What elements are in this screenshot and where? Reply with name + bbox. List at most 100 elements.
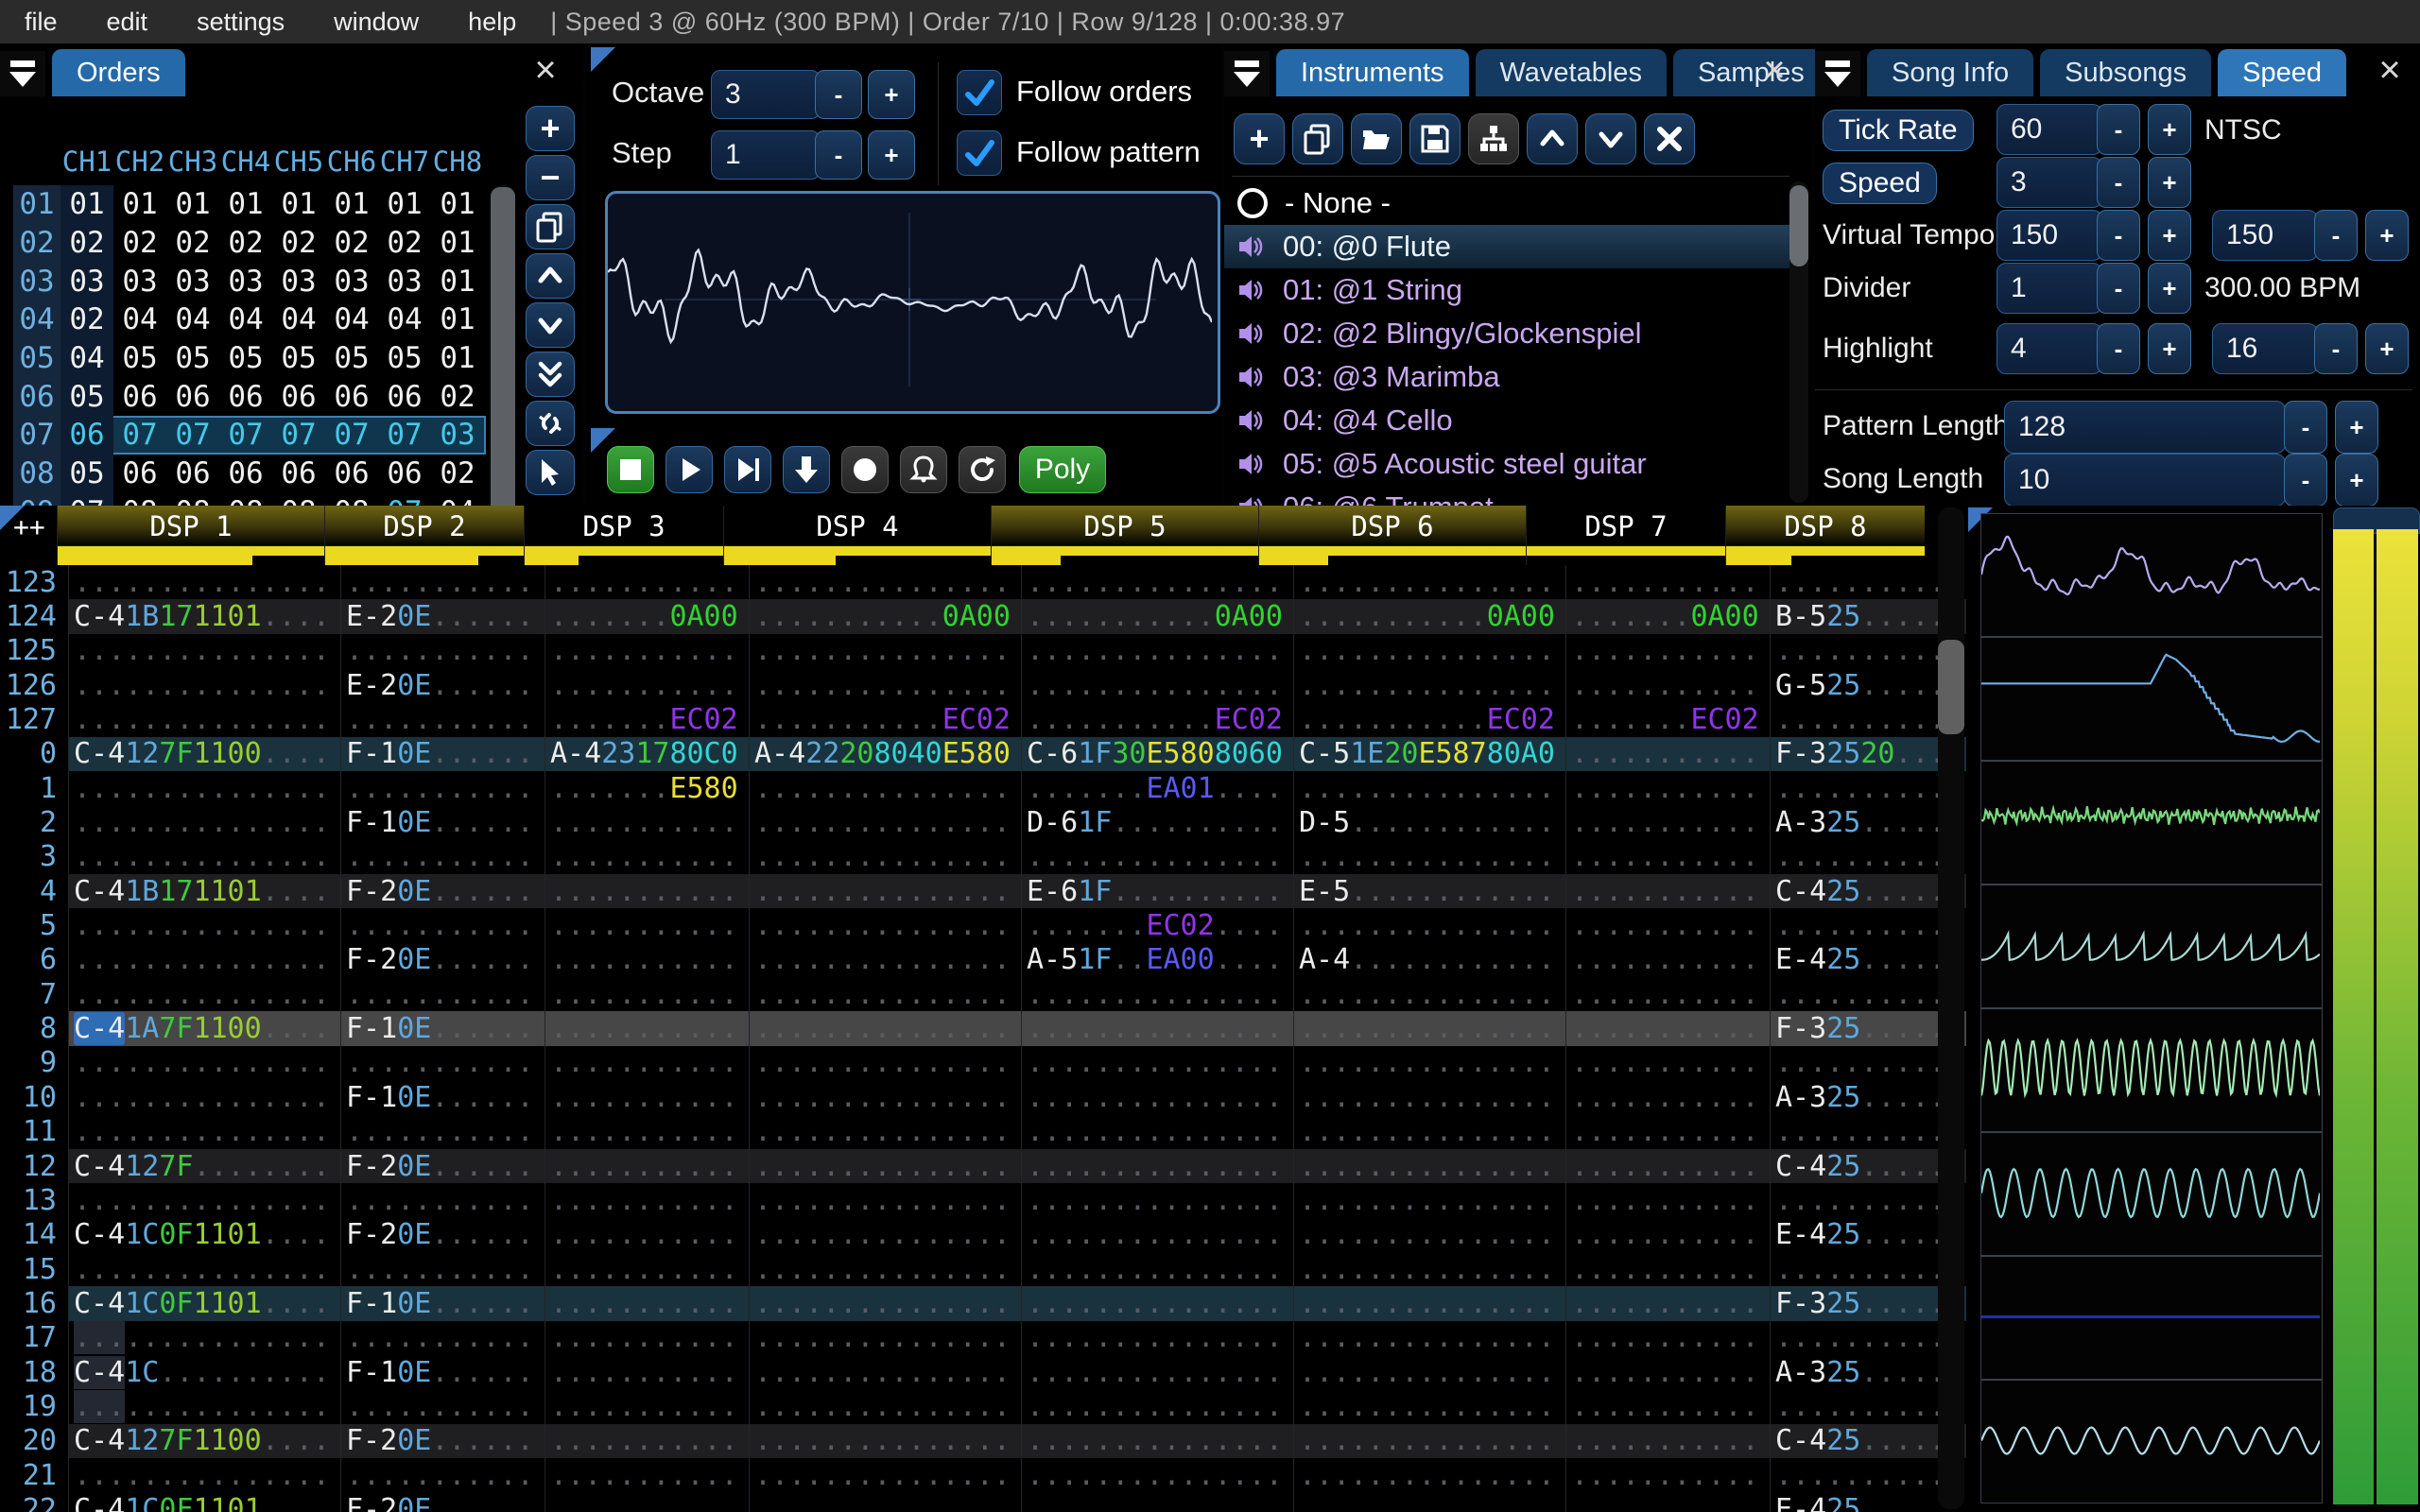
divider-value[interactable]: 1 — [1996, 263, 2102, 314]
pattern-cell[interactable]: ........... — [1565, 1286, 1770, 1321]
pattern-cell[interactable]: ............... — [1293, 1354, 1565, 1390]
pattern-cell[interactable]: ........... — [340, 565, 544, 600]
pattern-cell[interactable]: ........... — [544, 1320, 749, 1355]
instrument-folder-view-button[interactable] — [1468, 113, 1519, 164]
pattern-cell[interactable]: ........... — [1565, 1217, 1770, 1252]
order-cell[interactable]: 06 — [113, 455, 166, 493]
poly-button[interactable]: Poly — [1019, 446, 1106, 493]
order-cell[interactable]: 04 — [113, 301, 166, 339]
pattern-cell[interactable]: ............... — [749, 1148, 1021, 1184]
pattern-cell[interactable]: ........... — [544, 1045, 749, 1081]
order-cell[interactable]: 01 — [113, 185, 166, 224]
pattern-cell[interactable]: ........... — [544, 977, 749, 1012]
order-cell[interactable]: 06 — [378, 377, 431, 416]
pattern-cell[interactable]: ............... — [749, 805, 1021, 840]
pattern-cell[interactable]: ............... — [1293, 977, 1565, 1012]
order-cell[interactable]: 02 — [219, 224, 272, 263]
order-cell[interactable]: 01 — [166, 185, 219, 224]
pattern-cell[interactable]: A-3 25...... — [1770, 1080, 1966, 1115]
pattern-cell[interactable]: ............... — [1293, 1148, 1565, 1184]
repeat-button[interactable] — [959, 446, 1006, 493]
pattern-cell[interactable]: ........... — [544, 1389, 749, 1424]
order-cell[interactable]: 02 — [431, 377, 484, 416]
pattern-cell[interactable]: ........... — [340, 908, 544, 943]
pattern-cell[interactable]: ............... — [68, 908, 340, 943]
pattern-cell[interactable]: ............... — [1021, 1251, 1293, 1287]
order-cell[interactable]: 06 — [113, 377, 166, 416]
order-cell[interactable]: 06 — [325, 377, 378, 416]
pattern-cell[interactable]: ........... — [1770, 1389, 1966, 1424]
pattern-cell[interactable]: ............... — [749, 1286, 1021, 1321]
orders-move-to-bottom-button[interactable] — [526, 352, 575, 397]
pattern-cell[interactable]: ............... — [1293, 1045, 1565, 1081]
divider-plus-button[interactable]: + — [2148, 263, 2191, 314]
pattern-cell[interactable]: ............... — [68, 1389, 340, 1424]
pattern-cell[interactable]: ........... — [1770, 702, 1966, 737]
instrument-delete-button[interactable] — [1644, 113, 1695, 164]
pattern-cell[interactable]: C-4 1C 0F 1101.... — [68, 1217, 340, 1252]
pattern-cell[interactable]: ........... EC02 — [749, 702, 1021, 737]
order-cell[interactable]: 02 — [166, 224, 219, 263]
menu-settings[interactable]: settings — [172, 8, 309, 37]
order-cell[interactable]: 01 — [60, 185, 113, 224]
order-cell[interactable]: 06 — [166, 377, 219, 416]
pattern-cell[interactable]: C-4 12 7F........ — [68, 1148, 340, 1184]
pattern-cell[interactable]: ........... — [1565, 1011, 1770, 1046]
pattern-cell[interactable]: B-5 25...... — [1770, 599, 1966, 634]
pattern-cell[interactable]: ....... E580 — [544, 771, 749, 806]
pattern-cell[interactable]: ............... — [749, 633, 1021, 669]
channel-header-dsp-4[interactable]: DSP 4 — [723, 506, 991, 546]
pattern-cell[interactable]: ............... — [749, 839, 1021, 875]
pattern-cell[interactable]: ............... — [1293, 1457, 1565, 1493]
order-cell[interactable]: 07 — [272, 416, 325, 455]
virtual-tempo-den-plus-button[interactable]: + — [2365, 210, 2409, 261]
pattern-cell[interactable]: E-4 25...... — [1770, 942, 1966, 978]
pattern-cell[interactable]: ........... — [544, 874, 749, 909]
pattern-cell[interactable]: E-4 25...... — [1770, 1217, 1966, 1252]
order-cell[interactable]: 01 — [431, 301, 484, 339]
pattern-cell[interactable]: ............... — [749, 908, 1021, 943]
channel-header-dsp-3[interactable]: DSP 3 — [524, 506, 723, 546]
channel-header-dsp-8[interactable]: DSP 8 — [1725, 506, 1925, 546]
pattern-cell[interactable]: ............... — [1021, 1389, 1293, 1424]
pattern-cell[interactable]: ........... — [1770, 771, 1966, 806]
order-cell[interactable]: 06 — [219, 377, 272, 416]
pattern-cell[interactable]: C-4 25...... — [1770, 874, 1966, 909]
pattern-cell[interactable]: ............... — [68, 805, 340, 840]
tab-orders[interactable]: Orders — [52, 49, 185, 96]
order-cell[interactable]: 06 — [272, 377, 325, 416]
metronome-button[interactable] — [900, 446, 947, 493]
order-cell[interactable]: 05 — [378, 339, 431, 378]
pattern-cell[interactable]: ............... — [1021, 1183, 1293, 1218]
pattern-cell[interactable]: E-6 1F.......... — [1021, 874, 1293, 909]
pattern-cell[interactable]: ........... — [544, 1114, 749, 1149]
order-cell[interactable]: 02 — [325, 224, 378, 263]
pattern-cell[interactable]: ............... — [1293, 839, 1565, 875]
pattern-cell[interactable]: ............... — [1021, 1011, 1293, 1046]
pattern-cell[interactable]: ............... — [1293, 1114, 1565, 1149]
order-row[interactable]: 06 05 06 06 06 06 06 06 02 — [13, 377, 486, 417]
step-plus-button[interactable]: + — [868, 130, 915, 180]
order-cell[interactable]: 01 — [431, 262, 484, 301]
pattern-cell[interactable]: A-3 25...... — [1770, 805, 1966, 840]
pattern-cell[interactable]: ............... — [1293, 771, 1565, 806]
pattern-cell[interactable]: ............... — [68, 1320, 340, 1355]
order-cell[interactable]: 01 — [325, 185, 378, 224]
pattern-cell[interactable]: ............... — [68, 1080, 340, 1115]
pattern-cell[interactable]: ........... — [1565, 1457, 1770, 1493]
pattern-cell[interactable]: ............... — [1293, 668, 1565, 703]
pattern-cell[interactable]: C-4 1C.......... — [68, 1354, 340, 1390]
instrument-duplicate-button[interactable] — [1292, 113, 1343, 164]
order-cell[interactable]: 06 — [60, 416, 113, 455]
pattern-cell[interactable]: ............... — [1021, 1045, 1293, 1081]
pattern-cell[interactable]: ........... — [544, 1354, 749, 1390]
octave-minus-button[interactable]: - — [815, 70, 862, 119]
order-cell[interactable]: 05 — [60, 377, 113, 417]
pattern-cell[interactable]: C-4 1B 17 1101.... — [68, 874, 340, 909]
pattern-cell[interactable]: ............... — [749, 1320, 1021, 1355]
pattern-cell[interactable]: ........... 0A00 — [1021, 599, 1293, 634]
pattern-cell[interactable]: F-2 0E...... — [340, 1217, 544, 1252]
pattern-cell[interactable]: ............... — [749, 668, 1021, 703]
order-cell[interactable]: 01 — [431, 339, 484, 378]
pattern-cell[interactable]: ............... — [1021, 977, 1293, 1012]
